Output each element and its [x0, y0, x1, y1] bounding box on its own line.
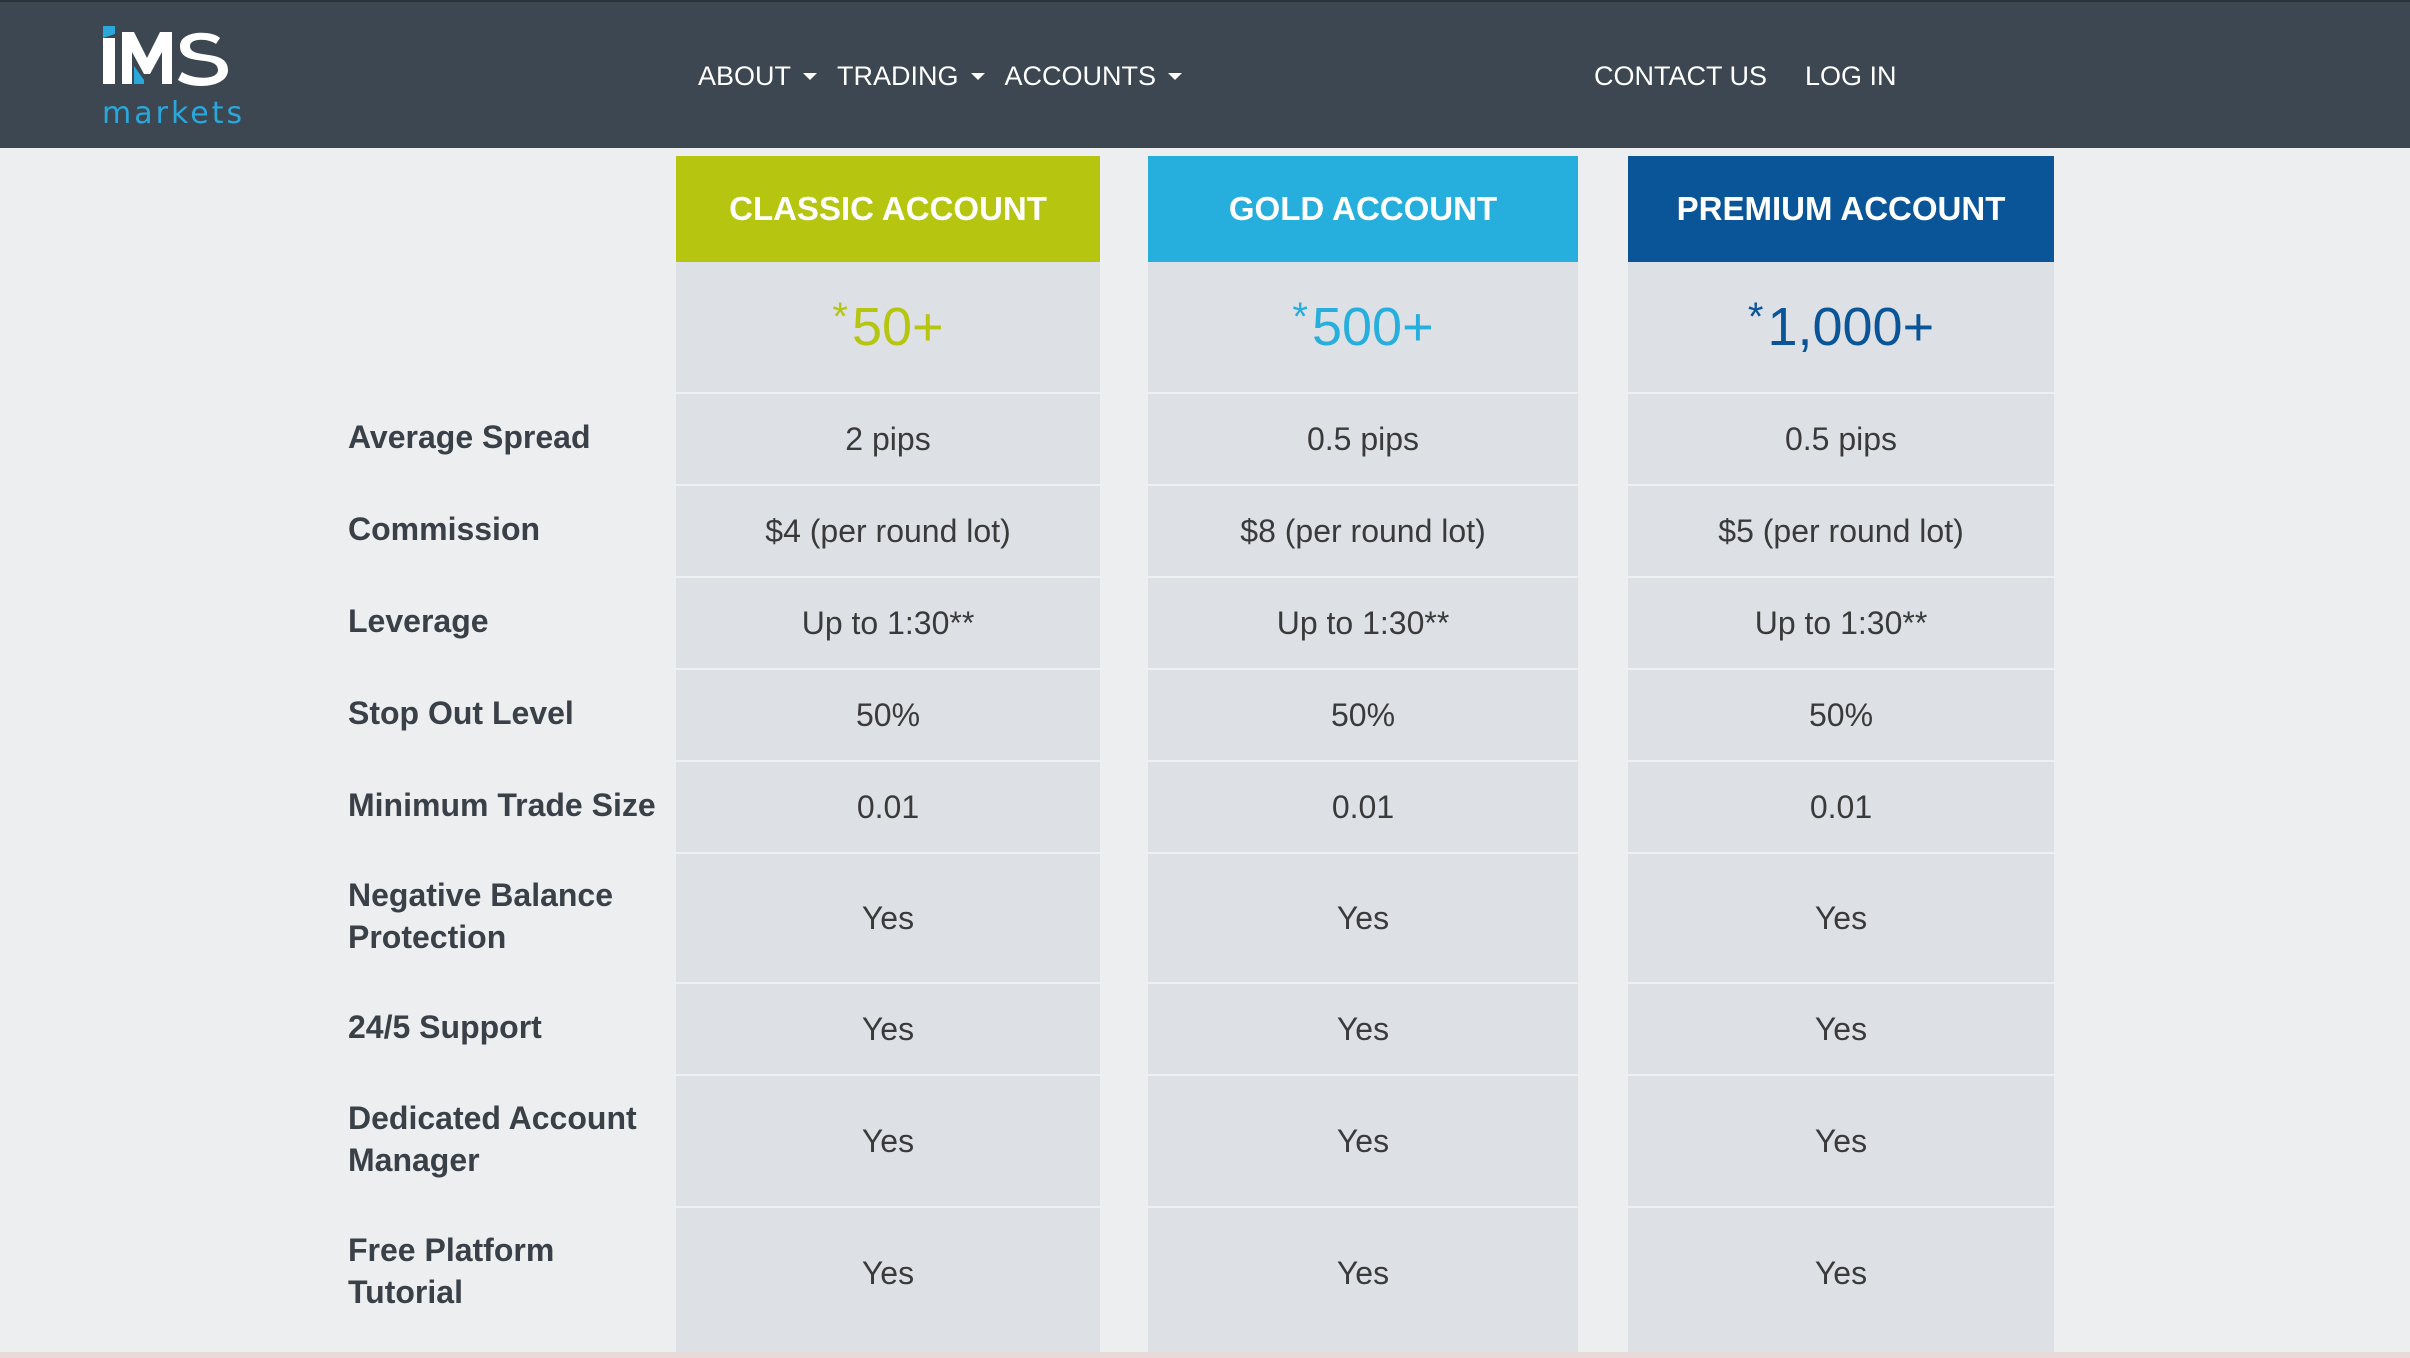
main-nav: ABOUT TRADING ACCOUNTS — [698, 56, 1202, 96]
table-cell: $8 (per round lot) — [1148, 484, 1578, 576]
table-cell: 50% — [1148, 668, 1578, 760]
caret-down-icon — [803, 72, 818, 80]
table-cell: 2 pips — [676, 392, 1100, 484]
table-cell: $4 (per round lot) — [676, 484, 1100, 576]
table-cell: Yes — [1628, 1074, 2054, 1206]
secondary-nav: CONTACT US LOG IN — [1594, 56, 1935, 96]
table-cell: Yes — [1148, 1206, 1578, 1338]
classic-min-deposit: * 50+ — [676, 262, 1100, 392]
table-cell: Yes — [676, 1074, 1100, 1206]
bottom-divider — [0, 1352, 2410, 1358]
table-cell: Yes — [676, 1206, 1100, 1338]
premium-account-body: * 1,000+ 0.5 pips $5 (per round lot) Up … — [1628, 262, 2054, 1356]
gold-account-body: * 500+ 0.5 pips $8 (per round lot) Up to… — [1148, 262, 1578, 1356]
table-cell: Yes — [1628, 982, 2054, 1074]
table-cell: 0.01 — [676, 760, 1100, 852]
row-label: Commission — [348, 511, 541, 548]
asterisk: * — [832, 294, 848, 339]
nav-accounts-label: ACCOUNTS — [1004, 60, 1157, 91]
row-label: Leverage — [348, 603, 489, 640]
table-cell: Yes — [676, 852, 1100, 982]
row-label: Negative Balance Protection — [348, 877, 614, 955]
table-cell: Yes — [676, 982, 1100, 1074]
gold-account-column: GOLD ACCOUNT * 500+ 0.5 pips $8 (per rou… — [1148, 156, 1578, 1356]
table-cell: 50% — [676, 668, 1100, 760]
gold-min-deposit: * 500+ — [1148, 262, 1578, 392]
nav-about-label: ABOUT — [698, 60, 792, 91]
nav-trading-label: TRADING — [837, 60, 959, 91]
classic-account-column: CLASSIC ACCOUNT * 50+ 2 pips $4 (per rou… — [676, 156, 1100, 1356]
nav-log-in[interactable]: LOG IN — [1805, 61, 1897, 92]
nav-accounts[interactable]: ACCOUNTS — [1005, 61, 1183, 92]
caret-down-icon — [1168, 72, 1183, 80]
feature-labels: Average Spread Commission Leverage Stop … — [348, 392, 668, 1338]
premium-min-deposit: * 1,000+ — [1628, 262, 2054, 392]
row-label: Free Platform Tutorial — [348, 1232, 555, 1310]
row-label: Stop Out Level — [348, 695, 574, 732]
price-value: 50+ — [851, 297, 944, 357]
asterisk: * — [1747, 294, 1764, 339]
classic-account-body: * 50+ 2 pips $4 (per round lot) Up to 1:… — [676, 262, 1100, 1356]
asterisk: * — [1292, 294, 1308, 339]
row-label: Dedicated Account Manager — [348, 1100, 637, 1178]
table-cell: Yes — [1148, 1074, 1578, 1206]
nav-contact-us[interactable]: CONTACT US — [1594, 61, 1767, 92]
premium-account-column: PREMIUM ACCOUNT * 1,000+ 0.5 pips $5 (pe… — [1628, 156, 2054, 1356]
price-value: 500+ — [1311, 297, 1434, 357]
table-cell: 0.5 pips — [1148, 392, 1578, 484]
row-label: 24/5 Support — [348, 1009, 542, 1046]
table-cell: 50% — [1628, 668, 2054, 760]
nav-trading[interactable]: TRADING — [837, 61, 985, 92]
table-cell: 0.01 — [1628, 760, 2054, 852]
table-cell: Yes — [1628, 1206, 2054, 1338]
table-cell: Yes — [1628, 852, 2054, 982]
table-cell: $5 (per round lot) — [1628, 484, 2054, 576]
table-cell: Up to 1:30** — [676, 576, 1100, 668]
caret-down-icon — [970, 72, 985, 80]
row-label: Average Spread — [348, 419, 591, 456]
premium-account-header[interactable]: PREMIUM ACCOUNT — [1628, 156, 2054, 262]
top-navbar: markets ABOUT TRADING ACCOUNTS CONTACT U… — [0, 0, 2410, 148]
table-cell: 0.5 pips — [1628, 392, 2054, 484]
classic-account-header[interactable]: CLASSIC ACCOUNT — [676, 156, 1100, 262]
price-value: 1,000+ — [1767, 297, 1935, 357]
gold-account-header[interactable]: GOLD ACCOUNT — [1148, 156, 1578, 262]
table-cell: Up to 1:30** — [1628, 576, 2054, 668]
table-cell: Up to 1:30** — [1148, 576, 1578, 668]
table-cell: 0.01 — [1148, 760, 1578, 852]
table-cell: Yes — [1148, 982, 1578, 1074]
nav-about[interactable]: ABOUT — [698, 60, 818, 92]
table-cell: Yes — [1148, 852, 1578, 982]
logo-subtitle: markets — [102, 96, 246, 131]
row-label: Minimum Trade Size — [348, 787, 656, 824]
